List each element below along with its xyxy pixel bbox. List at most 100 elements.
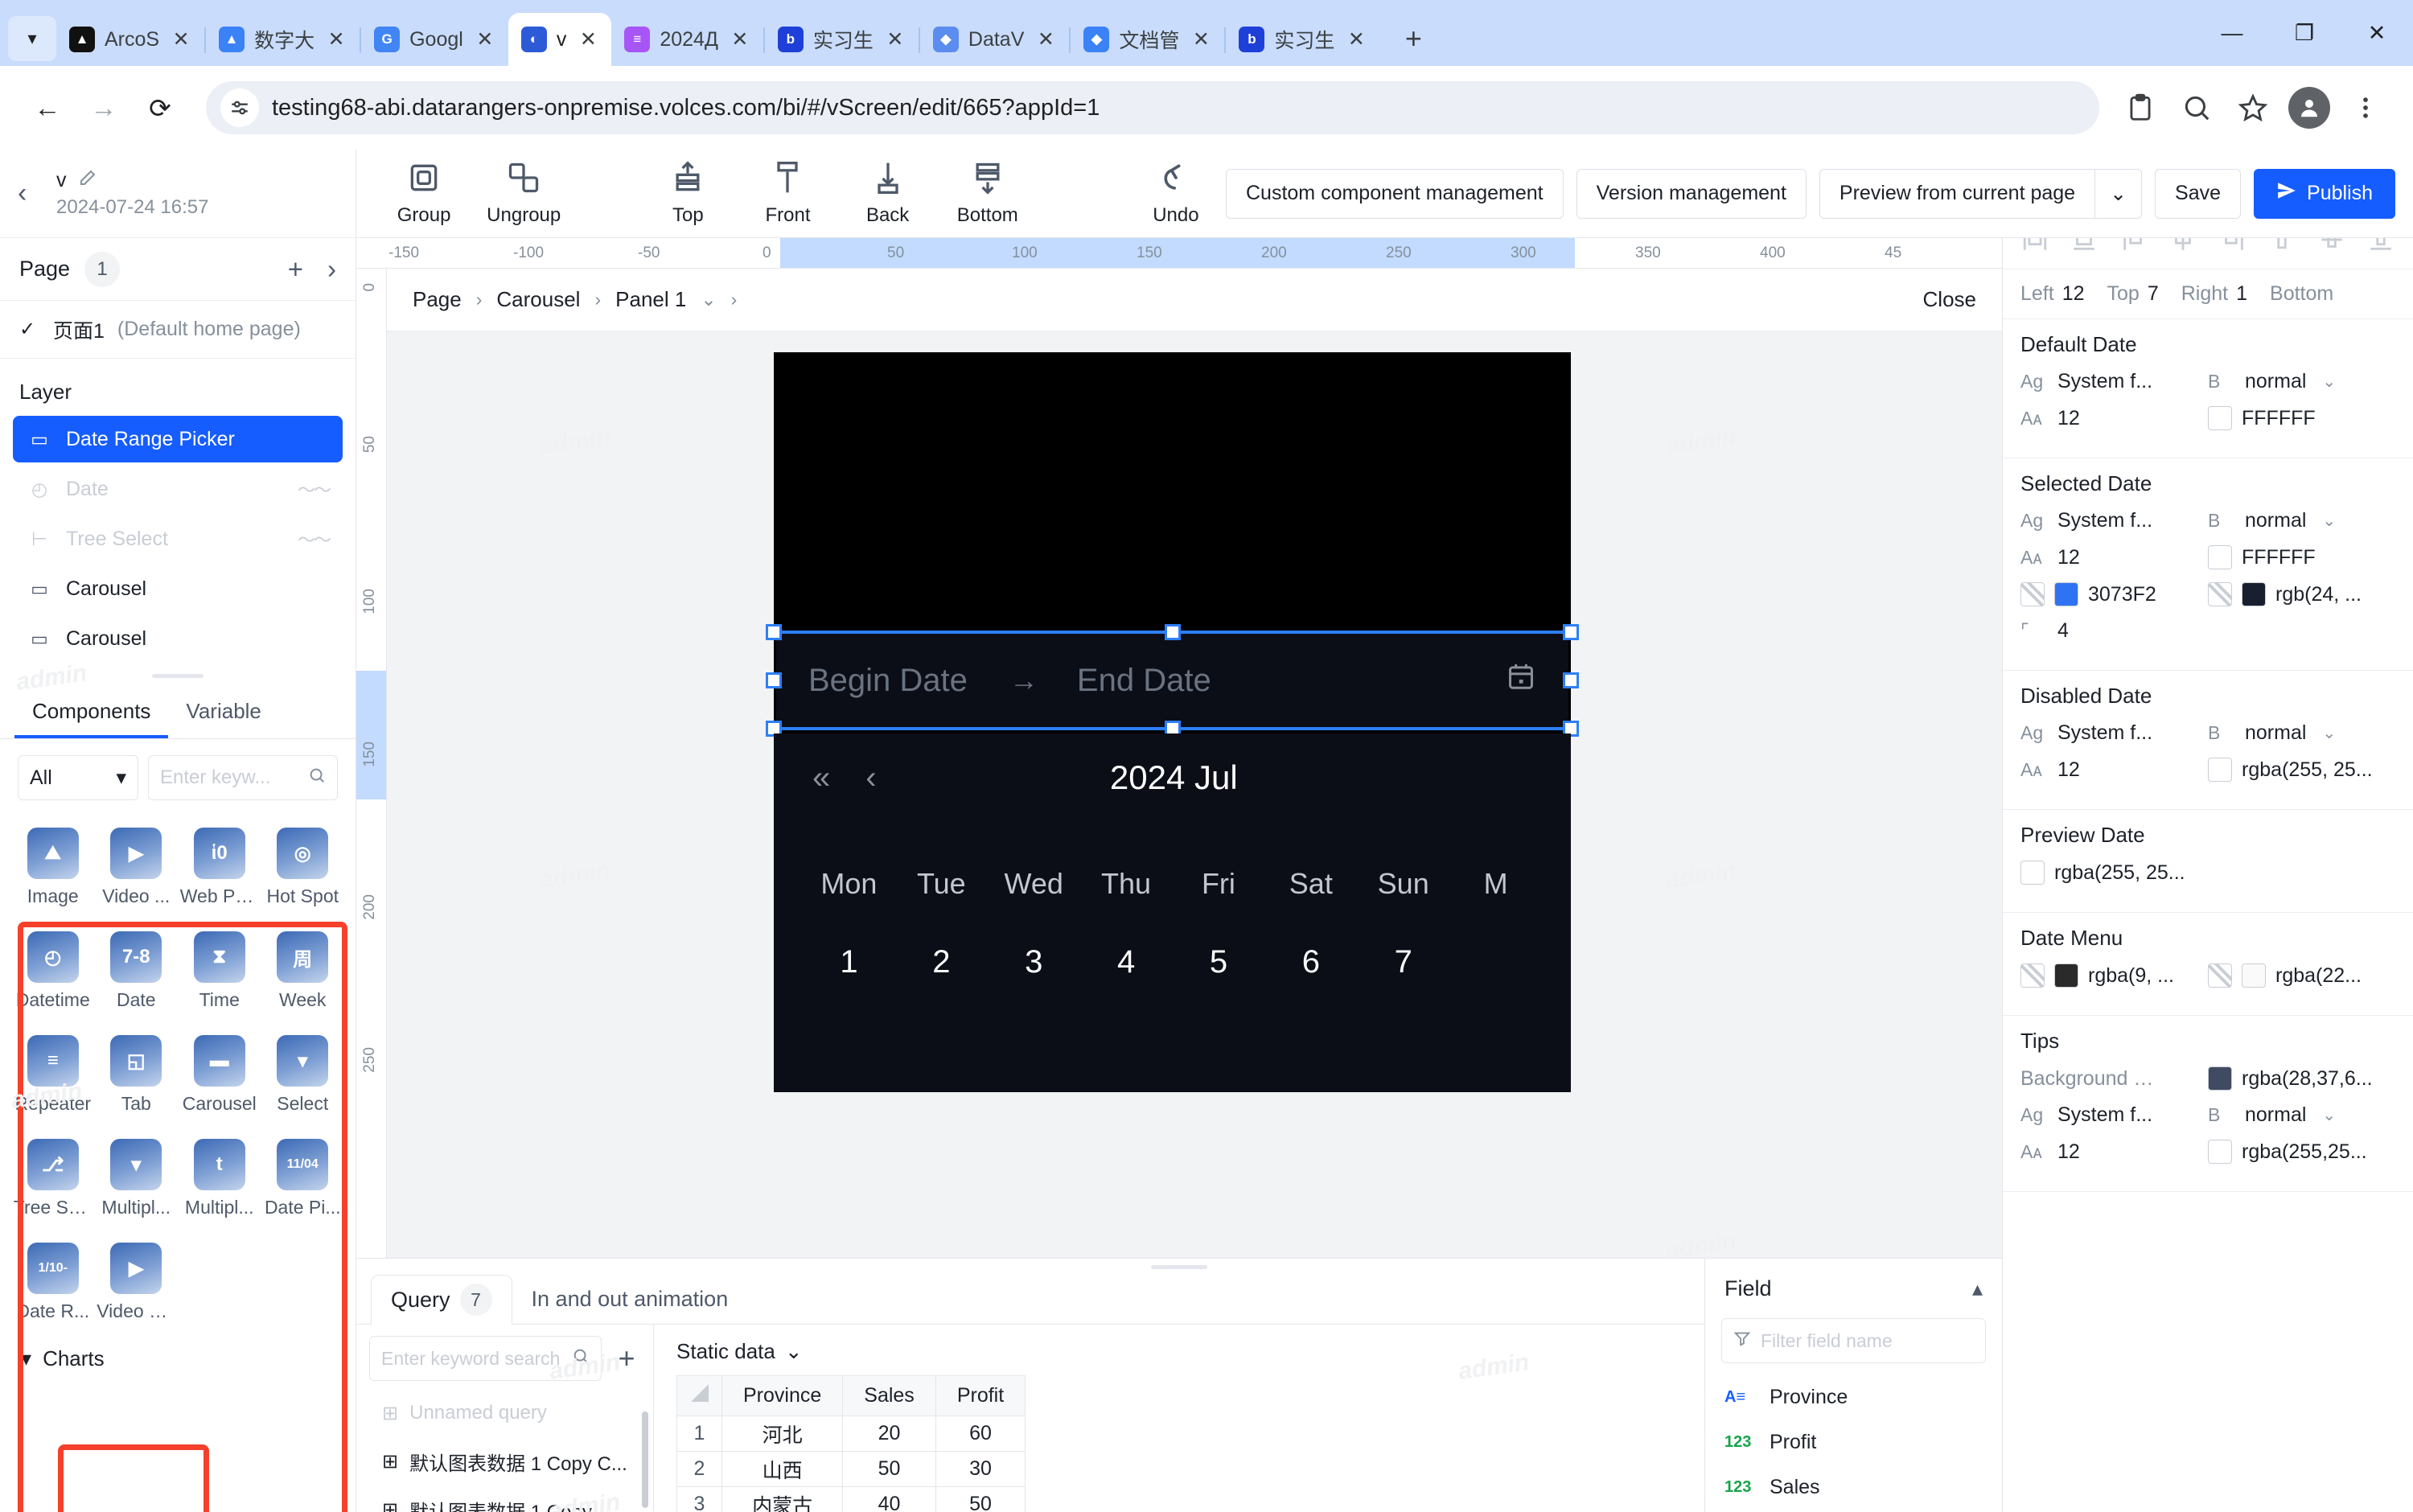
style-cell-0[interactable]: Aᴀ 12 [2020, 546, 2208, 569]
new-tab-button[interactable]: + [1391, 16, 1436, 61]
style-cell-1[interactable]: Bnormal ⌄ [2208, 370, 2395, 393]
style-cell-0[interactable]: ⌜ 4 [2020, 619, 2208, 643]
close-icon[interactable]: ✕ [1189, 27, 1213, 51]
browser-tab[interactable]: b 实习生 ✕ [765, 13, 919, 66]
expand-pages-button[interactable]: › [327, 254, 336, 285]
layer-visibility-icon[interactable]: 〜〜 [298, 476, 331, 502]
style-cell-0[interactable]: Ag System f... [2020, 509, 2208, 532]
component-item-13[interactable]: ▾ Multipl... [95, 1128, 179, 1231]
color-swatch[interactable] [2020, 861, 2045, 885]
bookmark-star-icon[interactable] [2228, 83, 2278, 133]
style-value[interactable]: rgb(24, ... [2275, 583, 2362, 606]
chevron-down-icon[interactable]: ⌄ [701, 289, 716, 310]
style-cell-1[interactable]: Bnormal ⌄ [2208, 509, 2395, 532]
calendar-day-3[interactable]: 4 [1080, 944, 1173, 980]
style-cell-1[interactable]: rgba(255, 25... [2208, 758, 2395, 782]
prev-year-button[interactable]: « [812, 760, 830, 796]
close-icon[interactable]: ✕ [728, 27, 752, 51]
style-cell-1[interactable]: rgb(24, ... [2208, 582, 2395, 606]
field-filter-input[interactable]: Filter field name [1721, 1318, 1986, 1363]
clipboard-icon[interactable] [2115, 83, 2165, 133]
fill-hatch-icon[interactable] [2020, 963, 2045, 988]
maximize-button[interactable]: ❐ [2268, 0, 2341, 66]
style-cell-0[interactable]: Aᴀ 12 [2020, 758, 2208, 782]
add-page-button[interactable]: + [288, 254, 303, 285]
style-value[interactable]: rgba(9, ... [2088, 964, 2174, 988]
component-item-17[interactable]: ▶ Video S... [95, 1231, 179, 1335]
toolbar-group-button[interactable]: Group [374, 150, 474, 238]
position-value-top[interactable]: 7 [2148, 282, 2159, 306]
component-item-10[interactable]: ▬ Carousel [178, 1024, 261, 1128]
pencil-icon[interactable] [78, 168, 97, 193]
style-cell-0[interactable]: Aᴀ 12 [2020, 1140, 2208, 1164]
close-icon[interactable]: ✕ [473, 27, 497, 51]
browser-tab[interactable]: ▲ 数字大 ✕ [206, 13, 360, 66]
style-value[interactable]: 12 [2057, 1140, 2080, 1164]
style-cell-0[interactable]: Aᴀ 12 [2020, 407, 2208, 430]
site-settings-icon[interactable] [220, 88, 259, 127]
close-icon[interactable]: ✕ [883, 27, 907, 51]
breadcrumb-item-page[interactable]: Page [413, 287, 462, 312]
breadcrumb-item-carousel[interactable]: Carousel [496, 287, 580, 312]
style-value[interactable]: normal [2245, 1103, 2306, 1127]
style-cell-0[interactable]: Ag System f... [2020, 370, 2208, 393]
calendar-day-0[interactable]: 1 [803, 944, 895, 980]
color-swatch[interactable] [2242, 582, 2266, 606]
kebab-menu-icon[interactable] [2341, 83, 2390, 133]
style-value[interactable]: rgba(22... [2275, 964, 2362, 988]
component-item-12[interactable]: ⎇ Tree Se... [11, 1128, 95, 1231]
design-stage[interactable]: Begin Date → End Date « ‹ 2024 Jul Mon T… [387, 331, 2002, 1258]
calendar-day-5[interactable]: 6 [1264, 944, 1357, 980]
query-list-scrollbar[interactable] [642, 1411, 648, 1508]
style-value[interactable]: normal [2245, 509, 2306, 532]
calendar-day-6[interactable]: 7 [1357, 944, 1449, 980]
project-back-button[interactable]: ‹ [18, 178, 45, 209]
style-value[interactable]: rgba(255,25... [2242, 1140, 2367, 1164]
position-value-right[interactable]: 1 [2236, 282, 2247, 306]
component-item-0[interactable]: ⛰ Image [11, 816, 95, 920]
tab-search-button[interactable]: ▾ [8, 16, 56, 61]
close-panel-button[interactable]: Close [1923, 287, 1976, 312]
browser-tab[interactable]: ▲ ArcoS ✕ [56, 13, 204, 66]
style-value[interactable]: FFFFFF [2242, 546, 2316, 569]
components-tab-0[interactable]: Components [14, 686, 169, 738]
toolbar-ungroup-button[interactable]: Ungroup [474, 150, 573, 238]
style-cell-1[interactable]: Bnormal ⌄ [2208, 721, 2395, 745]
browser-tab[interactable]: b 实习生 ✕ [1226, 13, 1379, 66]
layer-item-1[interactable]: ◴ Date 〜〜 [13, 466, 343, 512]
style-cell-0[interactable]: rgba(9, ... [2020, 963, 2208, 988]
resize-handle-ml[interactable] [766, 672, 782, 688]
address-bar[interactable]: testing68-abi.datarangers-onpremise.volc… [206, 81, 2099, 134]
style-cell-1[interactable]: rgba(255,25... [2208, 1140, 2395, 1164]
layer-item-3[interactable]: ▭ Carousel [13, 565, 343, 612]
color-swatch[interactable] [2208, 1140, 2232, 1164]
chevron-down-icon[interactable]: ⌄ [2322, 723, 2336, 743]
component-item-8[interactable]: ≡ Repeater [11, 1024, 95, 1128]
layer-item-4[interactable]: ▭ Carousel [13, 615, 343, 662]
resize-handle-tc[interactable] [1164, 624, 1181, 640]
style-cell-1[interactable]: rgba(28,37,6... [2208, 1066, 2395, 1091]
toolbar-front-button[interactable]: Front [738, 150, 837, 238]
chevron-right-icon[interactable]: › [731, 289, 738, 310]
resize-handle-mr[interactable] [1563, 672, 1579, 688]
browser-tab[interactable]: ≡ 2024Д ✕ [611, 13, 763, 66]
style-value[interactable]: 12 [2057, 407, 2080, 430]
save-button[interactable]: Save [2155, 168, 2242, 219]
query-item-1[interactable]: ⊞ 默认图表数据 1 Copy C... [366, 1439, 643, 1484]
calendar-day-4[interactable]: 5 [1173, 944, 1265, 980]
calendar-day-1[interactable]: 2 [895, 944, 988, 980]
query-search-input[interactable]: Enter keyword search [369, 1336, 602, 1381]
publish-button[interactable]: Publish [2254, 168, 2396, 219]
chevron-up-icon[interactable]: ▴ [1972, 1276, 1983, 1301]
browser-tab[interactable]: ◆ 文档管 ✕ [1071, 13, 1224, 66]
charts-group-header[interactable]: ▾ Charts [0, 1335, 356, 1383]
browser-tab[interactable]: G Googl ✕ [361, 13, 508, 66]
style-value[interactable]: System f... [2057, 1103, 2152, 1127]
component-item-4[interactable]: ◴ Datetime [11, 920, 95, 1024]
layer-item-0[interactable]: ▭ Date Range Picker [13, 416, 343, 462]
style-cell-0[interactable]: Ag System f... [2020, 721, 2208, 745]
style-value[interactable]: normal [2245, 370, 2306, 393]
component-item-11[interactable]: ▾ Select [261, 1024, 345, 1128]
forward-button[interactable]: → [79, 83, 129, 133]
component-search-input[interactable]: Enter keyw... [148, 755, 338, 800]
